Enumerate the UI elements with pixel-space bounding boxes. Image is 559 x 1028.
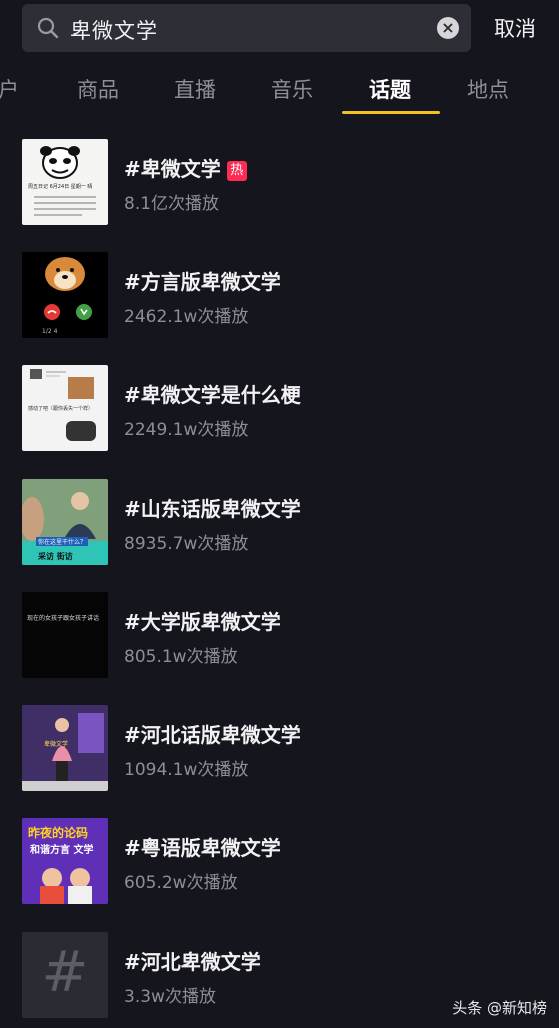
- thumbnail-caption: 现在的女孩子跟女孩子讲话: [27, 615, 100, 622]
- thumbnail-caption: 你在这里干什么？: [36, 537, 89, 546]
- thumbnail-subcaption: 和谐方言 文学: [30, 845, 94, 856]
- topic-thumbnail: 周五日记 6月24日 星期一 晴: [22, 139, 108, 225]
- thumbnail-tag: 采访 街访: [38, 552, 73, 561]
- topic-play-count: 3.3w次播放: [124, 987, 216, 1007]
- topic-thumbnail: 卑微文学: [22, 705, 108, 791]
- topic-title-text: #卑微文学: [124, 157, 221, 181]
- topic-row[interactable]: 周五日记 6月24日 星期一 晴 #卑微文学热 8.1亿次播放: [0, 139, 559, 249]
- search-query[interactable]: 卑微文学: [70, 15, 158, 45]
- topic-title: #大学版卑微文学: [124, 610, 281, 634]
- tab-live[interactable]: 直播: [174, 74, 216, 104]
- tab-user[interactable]: 户: [0, 74, 19, 104]
- thumbnail-caption: 1/2 4: [42, 328, 58, 335]
- topic-row[interactable]: 昨夜的论码 和谐方言 文学 #粤语版卑微文学 605.2w次播放: [0, 818, 559, 928]
- topic-thumbnail: 昨夜的论码 和谐方言 文学: [22, 818, 108, 904]
- cancel-button[interactable]: 取消: [494, 13, 536, 43]
- clear-icon[interactable]: ×: [437, 17, 459, 39]
- topic-thumbnail: 感动了吧（跟你丢失一个样）: [22, 365, 108, 451]
- thumbnail-caption: 卑微文学: [44, 741, 69, 748]
- topic-play-count: 8935.7w次播放: [124, 534, 249, 554]
- topic-play-count: 2462.1w次播放: [124, 307, 249, 327]
- topic-play-count: 2249.1w次播放: [124, 420, 249, 440]
- thumbnail-caption: 感动了吧（跟你丢失一个样）: [28, 406, 94, 412]
- meme-face-image: [34, 146, 96, 216]
- topic-thumbnail: 你在这里干什么？ 采访 街访: [22, 479, 108, 565]
- tab-music[interactable]: 音乐: [271, 74, 313, 104]
- hot-badge: 热: [226, 161, 247, 181]
- topic-row[interactable]: 感动了吧（跟你丢失一个样） #卑微文学是什么梗 2249.1w次播放: [0, 365, 559, 475]
- search-tabs: 户 商品 直播 音乐 话题 地点: [0, 62, 559, 116]
- topic-title: #粤语版卑微文学: [124, 836, 281, 860]
- topic-play-count: 605.2w次播放: [124, 873, 238, 893]
- dog-call-image: [44, 257, 92, 320]
- topic-row[interactable]: 你在这里干什么？ 采访 街访 #山东话版卑微文学 8935.7w次播放: [0, 479, 559, 589]
- search-input[interactable]: 卑微文学 ×: [22, 4, 471, 52]
- active-tab-indicator: [342, 111, 440, 114]
- topic-thumbnail: 现在的女孩子跟女孩子讲话: [22, 592, 108, 678]
- topic-row[interactable]: 卑微文学 #河北话版卑微文学 1094.1w次播放: [0, 705, 559, 815]
- search-icon: [37, 17, 59, 39]
- thumbnail-caption: 周五日记 6月24日 星期一 晴: [28, 184, 93, 190]
- tab-places[interactable]: 地点: [467, 74, 509, 104]
- topic-title: #方言版卑微文学: [124, 270, 281, 294]
- tab-topics[interactable]: 话题: [369, 74, 411, 104]
- topic-play-count: 8.1亿次播放: [124, 194, 220, 214]
- thumbnail-caption: 昨夜的论码: [28, 826, 89, 840]
- topic-row[interactable]: 现在的女孩子跟女孩子讲话 #大学版卑微文学 805.1w次播放: [0, 592, 559, 702]
- watermark: 头条 @新知榜: [452, 999, 547, 1017]
- topic-title: #山东话版卑微文学: [124, 497, 301, 521]
- topic-row[interactable]: 1/2 4 #方言版卑微文学 2462.1w次播放: [0, 252, 559, 362]
- topic-title: #卑微文学热: [124, 153, 247, 182]
- topic-play-count: 805.1w次播放: [124, 647, 238, 667]
- topic-title: #河北卑微文学: [124, 950, 261, 974]
- topic-title: #河北话版卑微文学: [124, 723, 301, 747]
- topic-play-count: 1094.1w次播放: [124, 760, 249, 780]
- topic-thumbnail: 1/2 4: [22, 252, 108, 338]
- tab-products[interactable]: 商品: [77, 74, 119, 104]
- topic-title: #卑微文学是什么梗: [124, 383, 301, 407]
- hashtag-icon: #: [41, 940, 89, 1005]
- stage-presenter-image: [22, 705, 108, 791]
- topic-thumbnail: #: [22, 932, 108, 1018]
